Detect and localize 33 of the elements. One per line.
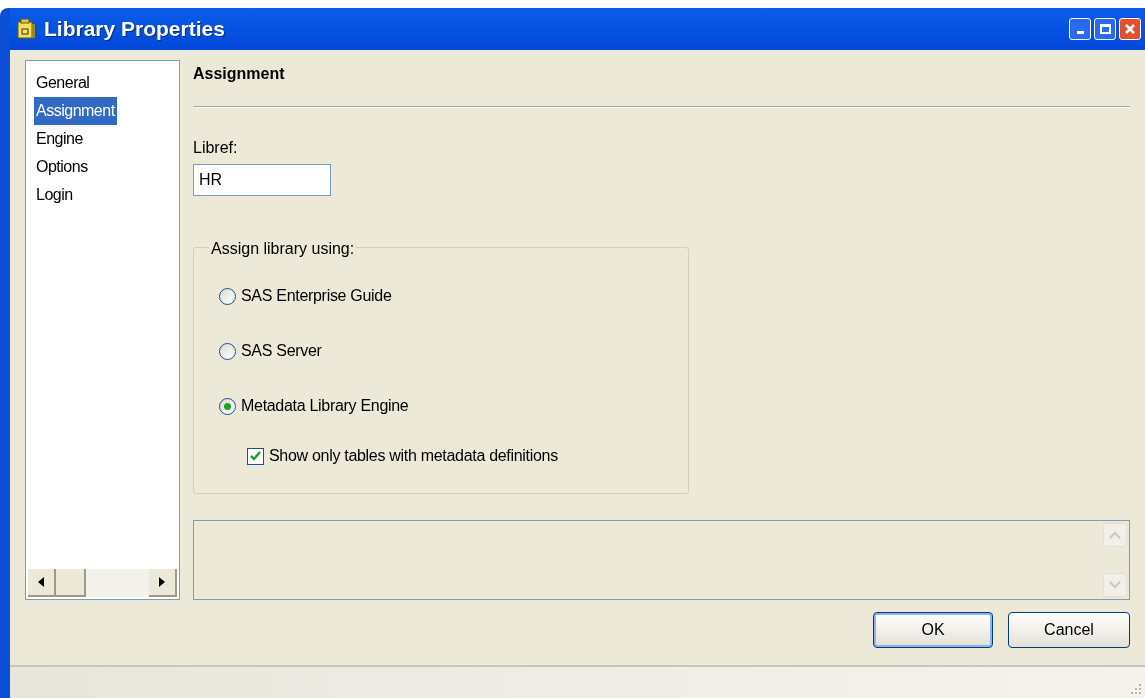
radio-button[interactable] (219, 342, 236, 360)
radio-label: SAS Enterprise Guide (241, 286, 392, 307)
libref-field[interactable]: HR (193, 164, 331, 197)
sidebar-item[interactable]: Assignment (34, 97, 117, 125)
library-cabinet-icon (16, 18, 36, 40)
sidebar-item[interactable]: Login (34, 181, 75, 209)
left-arrow-icon (38, 577, 44, 587)
dialog-button[interactable]: OK (873, 612, 993, 648)
close-button[interactable] (1119, 18, 1141, 40)
dialog-button[interactable]: Cancel (1008, 612, 1130, 648)
checkbox[interactable] (247, 447, 264, 465)
libref-label: Libref: (193, 138, 239, 158)
scroll-right-button[interactable] (149, 569, 177, 597)
window-title: Library Properties (44, 16, 225, 43)
radio-label: SAS Server (241, 341, 322, 362)
radio-button[interactable] (219, 397, 236, 415)
sidebar-item[interactable]: Options (34, 153, 90, 181)
down-chevron-icon (1109, 581, 1121, 589)
minimize-button[interactable] (1069, 18, 1091, 40)
resize-grip-icon[interactable] (1130, 683, 1142, 695)
radio-button[interactable] (219, 287, 236, 305)
up-chevron-icon (1109, 531, 1121, 540)
checkbox-label: Show only tables with metadata definitions (269, 446, 558, 467)
scrollbar-thumb[interactable] (56, 569, 86, 597)
sidebar-item[interactable]: General (34, 69, 92, 97)
sidebar-item[interactable]: Engine (34, 125, 85, 153)
maximize-button[interactable] (1094, 18, 1116, 40)
close-icon (1124, 23, 1136, 35)
section-heading: Assignment (193, 64, 286, 84)
scroll-left-button[interactable] (28, 569, 56, 597)
right-arrow-icon (159, 577, 165, 587)
radio-label: Metadata Library Engine (241, 396, 409, 417)
horizontal-scrollbar[interactable] (28, 569, 177, 597)
